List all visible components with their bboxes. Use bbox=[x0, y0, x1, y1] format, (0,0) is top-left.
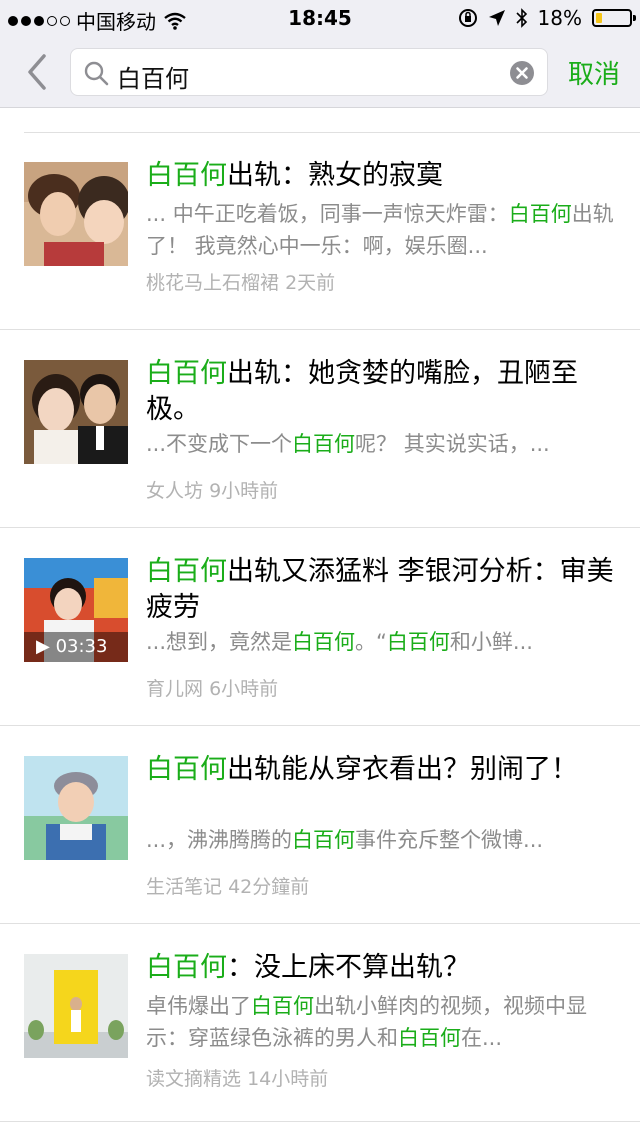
list-item[interactable]: 白百何出轨：她贪婪的嘴脸，丑陋至极。 ...不变成下一个白百何呢？ 其实说实话，… bbox=[0, 330, 640, 528]
title-text: ：没上床不算出轨？ bbox=[227, 952, 470, 983]
bluetooth-icon bbox=[515, 8, 527, 28]
thumbnail-image bbox=[24, 954, 128, 1058]
snippet-highlight: 白百何 bbox=[508, 202, 572, 226]
video-duration-badge: ▶ 03:33 bbox=[24, 632, 128, 662]
snippet-highlight: 白百何 bbox=[386, 630, 450, 654]
list-item[interactable]: 白百何出轨能从穿衣看出？别闹了！ ...，沸沸腾腾的白百何事件充斥整个微博...… bbox=[0, 726, 640, 924]
snippet-highlight: 白百何 bbox=[292, 828, 356, 852]
result-meta: 桃花马上石榴裙 2天前 bbox=[146, 268, 335, 295]
list-item[interactable]: ▶ 03:33 白百何出轨又添猛料 李银河分析：审美疲劳 ...想到，竟然是白百… bbox=[0, 528, 640, 726]
clear-icon[interactable] bbox=[509, 60, 535, 86]
title-highlight: 白百何 bbox=[146, 556, 227, 587]
result-title[interactable]: 白百何出轨又添猛料 李银河分析：审美疲劳 bbox=[146, 554, 616, 626]
snippet-text: ...想到，竟然是 bbox=[146, 630, 293, 654]
battery-percent: 18% bbox=[537, 6, 582, 30]
status-right: 18% bbox=[458, 6, 636, 30]
result-time: 6小時前 bbox=[209, 678, 279, 700]
result-snippet: ...，沸沸腾腾的白百何事件充斥整个微博... bbox=[146, 824, 616, 856]
location-icon bbox=[488, 10, 505, 26]
snippet-text: 。“ bbox=[355, 630, 387, 654]
snippet-text: 卓伟爆出了 bbox=[146, 994, 251, 1018]
status-bar: 中国移动 18:45 18% bbox=[0, 0, 640, 36]
battery-icon bbox=[592, 9, 636, 27]
result-source: 读文摘精选 bbox=[146, 1068, 242, 1090]
title-text: 出轨：熟女的寂寞 bbox=[227, 160, 443, 191]
result-source: 桃花马上石榴裙 bbox=[146, 272, 280, 294]
title-highlight: 白百何 bbox=[146, 952, 227, 983]
search-header: 白百何 取消 bbox=[0, 36, 640, 108]
result-snippet: 卓伟爆出了白百何出轨小鲜肉的视频，视频中显示：穿蓝绿色泳裤的男人和白百何在... bbox=[146, 990, 616, 1054]
snippet-highlight: 白百何 bbox=[292, 432, 356, 456]
cancel-button[interactable]: 取消 bbox=[568, 54, 620, 91]
result-title[interactable]: 白百何出轨能从穿衣看出？别闹了！ bbox=[146, 752, 616, 788]
result-source: 女人坊 bbox=[146, 480, 204, 502]
thumbnail-image bbox=[24, 162, 128, 266]
snippet-text: ... 中午正吃着饭，同事一声惊天炸雷： bbox=[146, 202, 509, 226]
snippet-highlight: 白百何 bbox=[398, 1026, 461, 1050]
search-query: 白百何 bbox=[117, 65, 189, 93]
orientation-lock-icon bbox=[458, 9, 477, 27]
result-title[interactable]: 白百何：没上床不算出轨？ bbox=[146, 950, 616, 986]
snippet-text: ...，沸沸腾腾的 bbox=[146, 828, 293, 852]
divider bbox=[0, 1121, 640, 1122]
result-snippet: ...不变成下一个白百何呢？ 其实说实话，... bbox=[146, 428, 616, 460]
snippet-text: 呢？ 其实说实话，... bbox=[355, 432, 550, 456]
title-highlight: 白百何 bbox=[146, 358, 227, 389]
title-highlight: 白百何 bbox=[146, 160, 227, 191]
snippet-highlight: 白百何 bbox=[292, 630, 356, 654]
result-meta: 女人坊 9小時前 bbox=[146, 476, 278, 503]
result-source: 育儿网 bbox=[146, 678, 204, 700]
play-icon: ▶ bbox=[36, 636, 56, 657]
result-time: 9小時前 bbox=[209, 480, 279, 502]
search-input[interactable]: 白百何 bbox=[70, 48, 548, 96]
video-thumbnail[interactable]: ▶ 03:33 bbox=[24, 558, 128, 662]
back-chevron-icon[interactable] bbox=[22, 52, 52, 92]
result-title[interactable]: 白百何出轨：她贪婪的嘴脸，丑陋至极。 bbox=[146, 356, 616, 428]
result-time: 2天前 bbox=[285, 272, 336, 294]
snippet-text: 和小鲜... bbox=[449, 630, 533, 654]
result-time: 42分鐘前 bbox=[228, 876, 310, 898]
result-time: 14小時前 bbox=[247, 1068, 329, 1090]
result-source: 生活笔记 bbox=[146, 876, 223, 898]
result-meta: 读文摘精选 14小時前 bbox=[146, 1064, 328, 1091]
list-item[interactable]: 白百何：没上床不算出轨？ 卓伟爆出了白百何出轨小鲜肉的视频，视频中显示：穿蓝绿色… bbox=[0, 924, 640, 1122]
result-snippet: ... 中午正吃着饭，同事一声惊天炸雷：白百何出轨了！ 我竟然心中一乐：啊，娱乐… bbox=[146, 198, 616, 262]
title-highlight: 白百何 bbox=[146, 754, 227, 785]
snippet-text: 在... bbox=[461, 1026, 503, 1050]
result-snippet: ...想到，竟然是白百何。“白百何和小鲜... bbox=[146, 626, 616, 658]
video-duration: 03:33 bbox=[55, 636, 108, 657]
result-meta: 生活笔记 42分鐘前 bbox=[146, 872, 309, 899]
result-title[interactable]: 白百何出轨：熟女的寂寞 bbox=[146, 158, 616, 194]
snippet-text: ...不变成下一个 bbox=[146, 432, 293, 456]
search-icon bbox=[84, 61, 109, 86]
snippet-text: 事件充斥整个微博... bbox=[355, 828, 544, 852]
result-meta: 育儿网 6小時前 bbox=[146, 674, 278, 701]
thumbnail-image bbox=[24, 360, 128, 464]
title-text: 出轨能从穿衣看出？别闹了！ bbox=[227, 754, 578, 785]
list-item[interactable]: 白百何出轨：熟女的寂寞 ... 中午正吃着饭，同事一声惊天炸雷：白百何出轨了！ … bbox=[0, 132, 640, 330]
snippet-highlight: 白百何 bbox=[251, 994, 314, 1018]
thumbnail-image bbox=[24, 756, 128, 860]
